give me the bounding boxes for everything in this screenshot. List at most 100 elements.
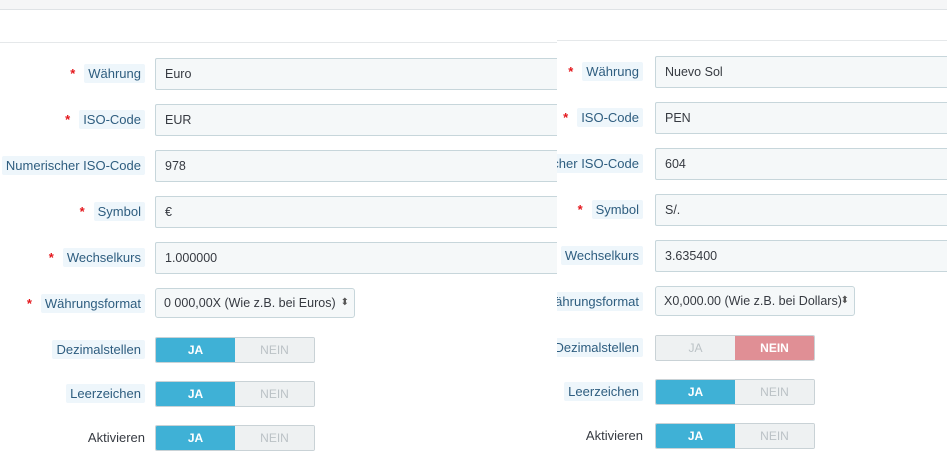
label-text: Dezimalstellen (52, 340, 145, 359)
field-row-iso-code: * ISO-Code PEN (557, 102, 947, 134)
toggle-yes-option[interactable]: JA (656, 380, 735, 404)
iso-code-input[interactable]: EUR (155, 104, 557, 136)
field-label: Dezimalstellen (52, 337, 145, 363)
field-row-enable: Aktivieren JA NEIN (557, 423, 947, 455)
currency-name-input[interactable]: Nuevo Sol (655, 56, 947, 88)
required-marker: * (568, 64, 574, 79)
numeric-iso-code-input[interactable]: 604 (655, 148, 947, 180)
field-row-numeric-iso-code: cher ISO-Code 604 (557, 148, 947, 180)
field-row-exchange-rate: Wechselkurs 3.635400 (557, 240, 947, 272)
field-label: Leerzeichen (564, 379, 643, 405)
select-arrow-icon: ⬍ (340, 297, 349, 308)
field-label: ährungsformat (557, 286, 643, 318)
label-text: Aktivieren (87, 430, 145, 445)
exchange-rate-input[interactable]: 1.000000 (155, 242, 557, 274)
toggle-yes-option[interactable]: JA (156, 338, 235, 362)
label-text: ISO-Code (79, 110, 145, 129)
field-row-numeric-iso-code: Numerischer ISO-Code 978 (0, 150, 557, 182)
label-text: ährungsformat (557, 292, 643, 311)
field-label: * Symbol (80, 196, 145, 228)
label-text: Symbol (93, 202, 145, 221)
field-row-spacing: Leerzeichen JA NEIN (557, 379, 947, 411)
required-marker: * (563, 110, 569, 125)
label-text: Symbol (591, 200, 643, 219)
field-label: Wechselkurs (560, 240, 643, 272)
spacing-toggle[interactable]: JA NEIN (155, 381, 315, 407)
numeric-iso-code-input[interactable]: 978 (155, 150, 557, 182)
field-row-symbol: * Symbol € (0, 196, 557, 228)
required-marker: * (79, 204, 85, 219)
field-row-currency-name: * Währung Nuevo Sol (557, 56, 947, 88)
required-marker: * (48, 250, 54, 265)
field-row-spacing: Leerzeichen JA NEIN (0, 381, 557, 413)
iso-code-input[interactable]: PEN (655, 102, 947, 134)
field-label: * Währungsformat (27, 288, 145, 320)
label-text: Aktivieren (585, 428, 643, 443)
currency-format-select[interactable]: 0 000,00X (Wie z.B. bei Euros) ⬍ (155, 288, 355, 318)
field-row-decimals: Dezimalstellen JA NEIN (0, 337, 557, 369)
panel-header-bar (0, 0, 557, 10)
panel-header-bar (557, 0, 947, 10)
decimals-toggle[interactable]: JA NEIN (155, 337, 315, 363)
field-row-currency-format: * Währungsformat 0 000,00X (Wie z.B. bei … (0, 288, 557, 320)
enable-toggle[interactable]: JA NEIN (155, 425, 315, 451)
label-text: cher ISO-Code (557, 154, 643, 173)
toggle-no-option[interactable]: NEIN (235, 338, 314, 362)
field-row-currency-format: ährungsformat X0,000.00 (Wie z.B. bei Do… (557, 286, 947, 318)
required-marker: * (577, 202, 583, 217)
field-label: Dezimalstellen (557, 335, 643, 361)
exchange-rate-input[interactable]: 3.635400 (655, 240, 947, 272)
currency-name-input[interactable]: Euro (155, 58, 557, 90)
label-text: Dezimalstellen (557, 338, 643, 357)
label-text: Leerzeichen (66, 384, 145, 403)
label-text: Währung (582, 62, 643, 81)
toggle-yes-option[interactable]: JA (656, 424, 735, 448)
toggle-no-option[interactable]: NEIN (735, 336, 814, 360)
label-text: Leerzeichen (564, 382, 643, 401)
field-label: Aktivieren (88, 425, 145, 451)
field-label: * Währung (568, 56, 643, 88)
field-row-exchange-rate: * Wechselkurs 1.000000 (0, 242, 557, 274)
spacing-toggle[interactable]: JA NEIN (655, 379, 815, 405)
currency-format-select[interactable]: X0,000.00 (Wie z.B. bei Dollars) ⬍ (655, 286, 855, 316)
field-label: * Symbol (578, 194, 643, 226)
decimals-toggle[interactable]: JA NEIN (655, 335, 815, 361)
field-label: * ISO-Code (65, 104, 145, 136)
field-label: cher ISO-Code (557, 148, 643, 180)
label-text: Währungsformat (40, 294, 145, 313)
field-row-currency-name: * Währung Euro (0, 58, 557, 90)
field-row-decimals: Dezimalstellen JA NEIN (557, 335, 947, 367)
toggle-no-option[interactable]: NEIN (735, 380, 814, 404)
field-label: * Währung (70, 58, 145, 90)
panel-divider (0, 42, 557, 43)
label-text: Wechselkurs (560, 246, 643, 265)
required-marker: * (65, 112, 71, 127)
field-row-symbol: * Symbol S/. (557, 194, 947, 226)
required-marker: * (26, 296, 32, 311)
label-text: ISO-Code (577, 108, 643, 127)
label-text: Numerischer ISO-Code (1, 156, 145, 175)
currency-form-nuevo-sol: * Währung Nuevo Sol * ISO-Code PEN cher IS… (557, 0, 947, 462)
panel-divider (557, 40, 947, 41)
field-label: Aktivieren (586, 423, 643, 449)
field-label: * ISO-Code (563, 102, 643, 134)
label-text: Wechselkurs (62, 248, 145, 267)
toggle-yes-option[interactable]: JA (156, 382, 235, 406)
label-text: Währung (84, 64, 145, 83)
toggle-no-option[interactable]: NEIN (235, 382, 314, 406)
field-label: Numerischer ISO-Code (1, 150, 145, 182)
symbol-input[interactable]: € (155, 196, 557, 228)
field-label: Leerzeichen (66, 381, 145, 407)
select-arrow-icon: ⬍ (840, 295, 849, 306)
field-row-iso-code: * ISO-Code EUR (0, 104, 557, 136)
toggle-no-option[interactable]: NEIN (735, 424, 814, 448)
currency-form-euro: * Währung Euro * ISO-Code EUR Numerischer … (0, 0, 557, 462)
toggle-yes-option[interactable]: JA (156, 426, 235, 450)
select-value: 0 000,00X (Wie z.B. bei Euros) (164, 296, 336, 310)
toggle-no-option[interactable]: NEIN (235, 426, 314, 450)
field-row-enable: Aktivieren JA NEIN (0, 425, 557, 457)
symbol-input[interactable]: S/. (655, 194, 947, 226)
toggle-yes-option[interactable]: JA (656, 336, 735, 360)
required-marker: * (70, 66, 76, 81)
enable-toggle[interactable]: JA NEIN (655, 423, 815, 449)
